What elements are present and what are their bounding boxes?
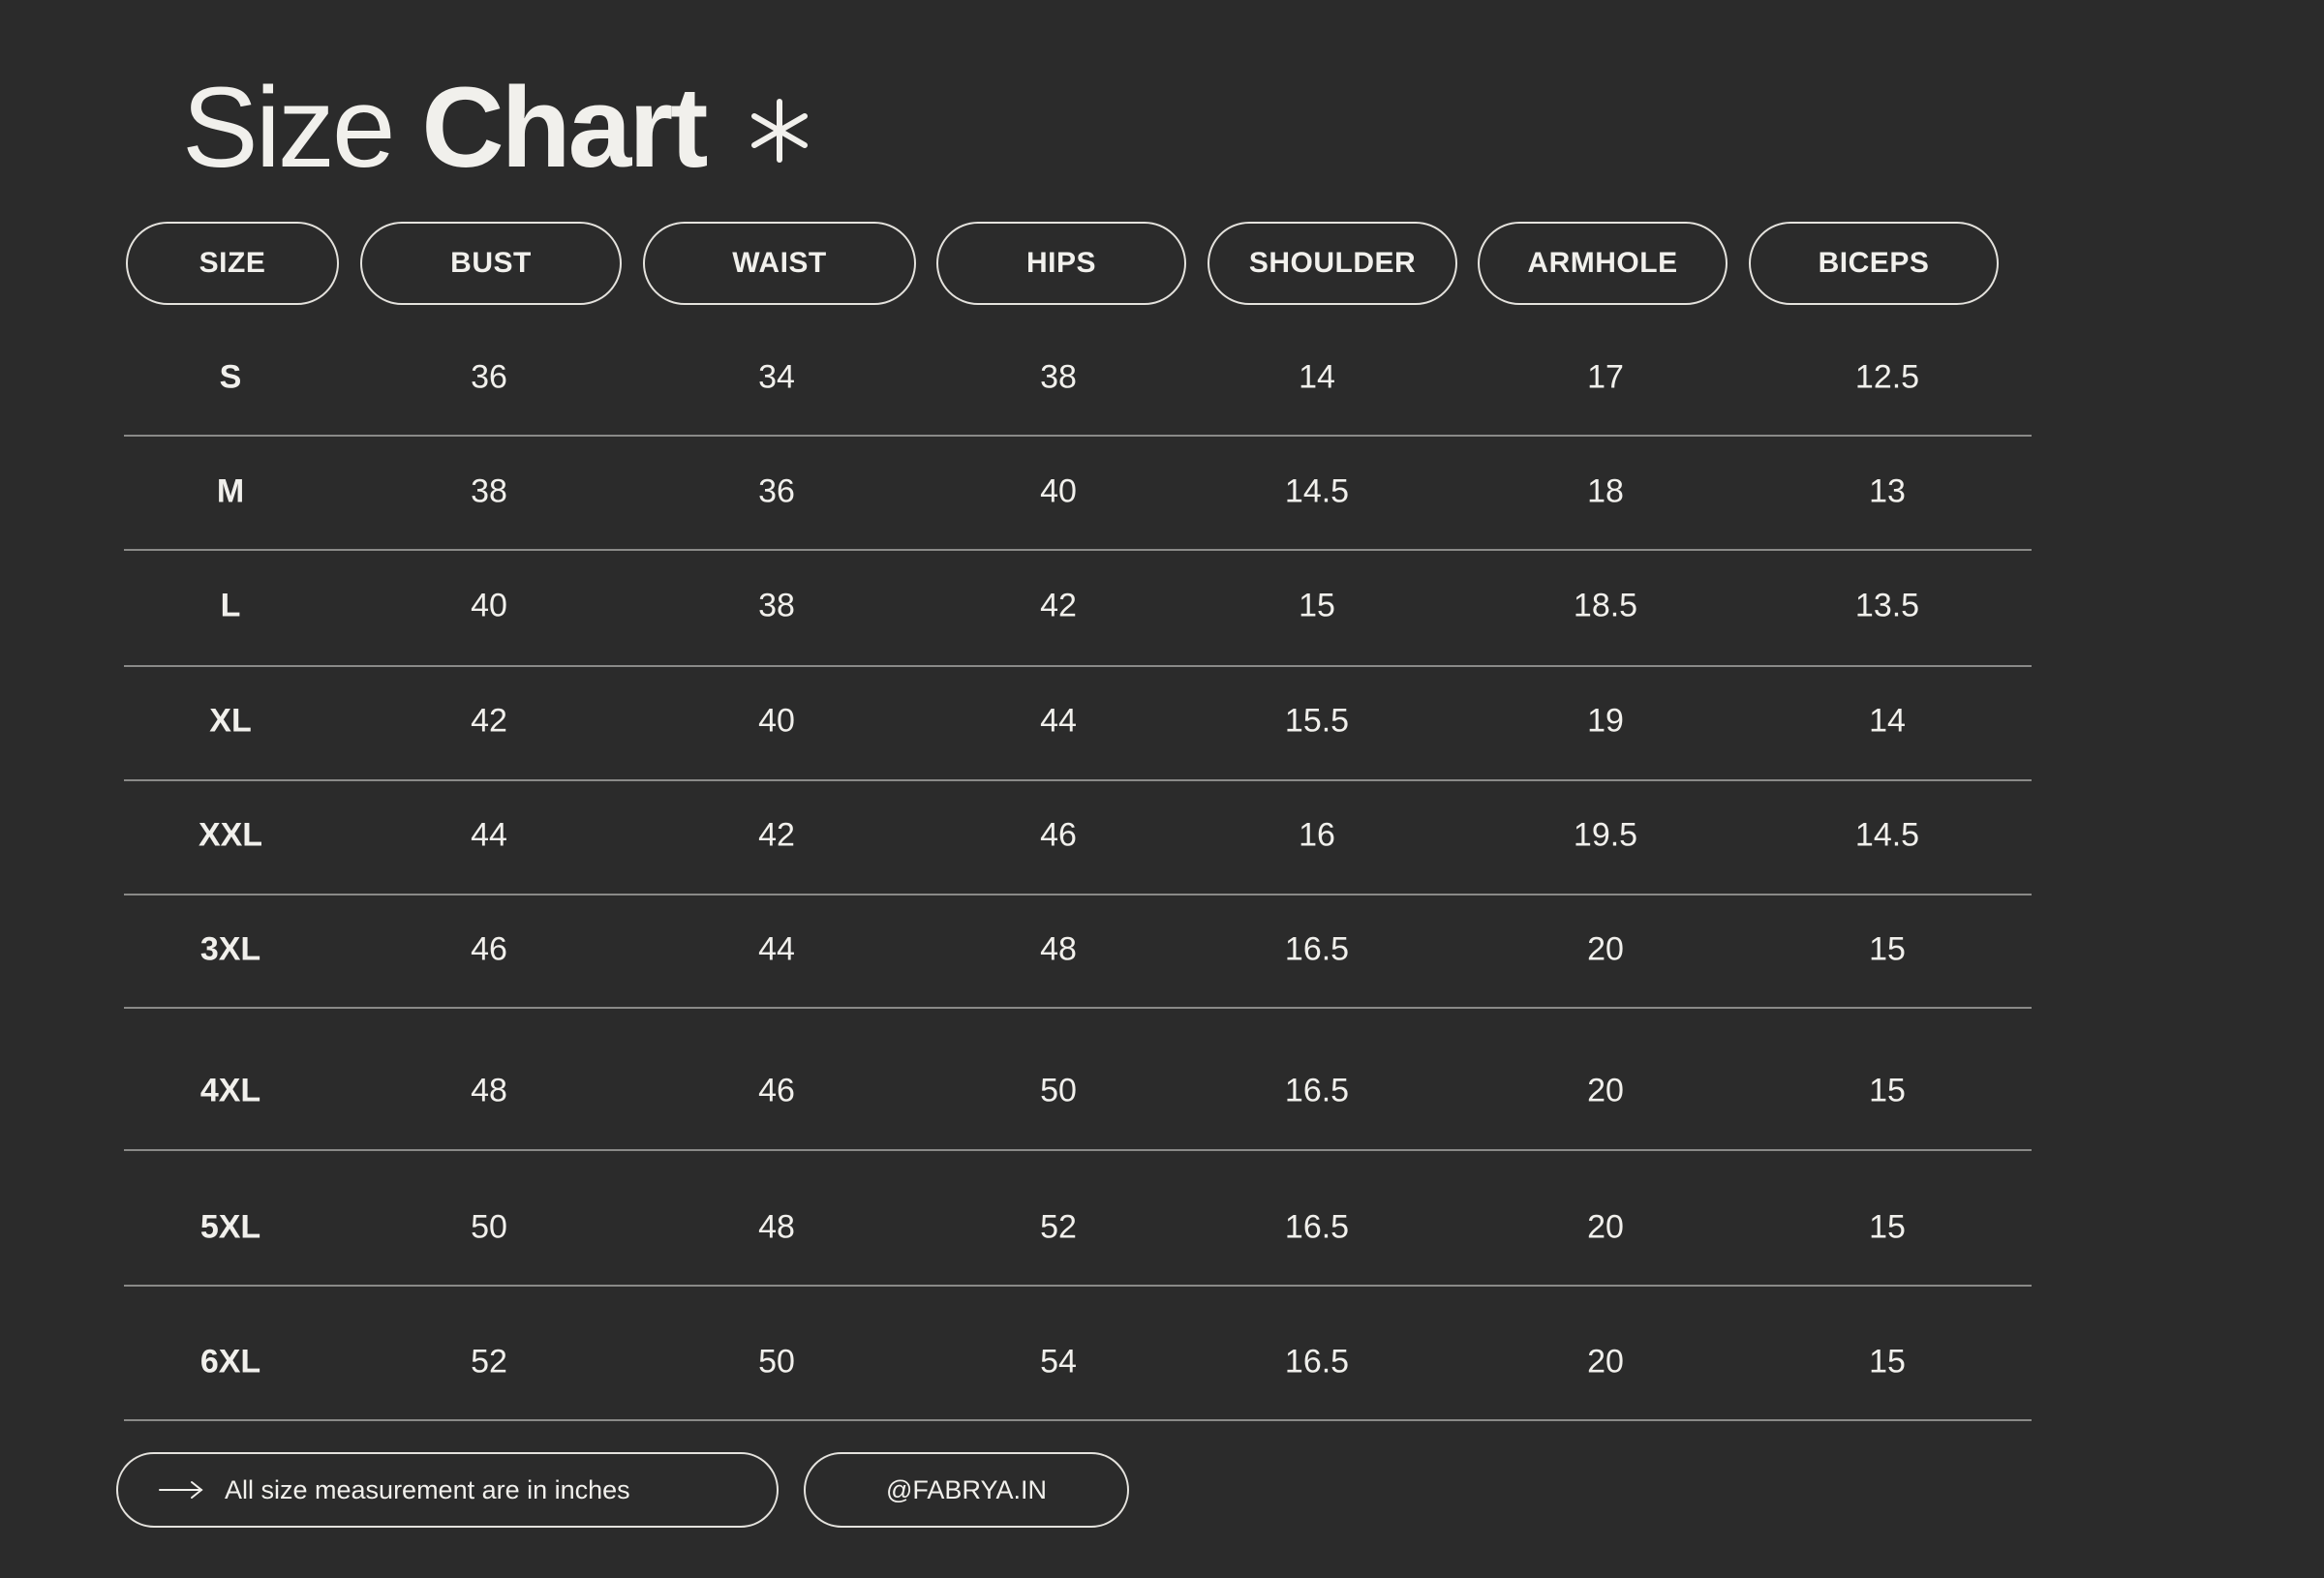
size-label: 5XL xyxy=(199,1208,261,1246)
measurement-hips: 48 xyxy=(1040,930,1077,968)
measurement-shoulder: 16.5 xyxy=(1284,1072,1350,1109)
measurement-hips: 46 xyxy=(1040,816,1077,854)
row-divider xyxy=(124,1419,2032,1421)
measurement-hips: 38 xyxy=(1040,358,1077,396)
page-title: Size Chart xyxy=(182,60,708,196)
measurement-armhole: 19.5 xyxy=(1573,816,1638,854)
row-divider xyxy=(124,1149,2032,1151)
measurement-bust: 36 xyxy=(471,358,507,396)
measurement-waist: 48 xyxy=(758,1208,795,1246)
size-label: XXL xyxy=(198,816,263,854)
measurement-biceps: 13 xyxy=(1869,472,1906,510)
measurement-bust: 52 xyxy=(471,1343,507,1381)
measurement-hips: 42 xyxy=(1040,587,1077,624)
measurement-hips: 50 xyxy=(1040,1072,1077,1109)
measurement-bust: 38 xyxy=(471,472,507,510)
measurement-hips: 40 xyxy=(1040,472,1077,510)
measurement-waist: 36 xyxy=(758,472,795,510)
measurement-hips: 52 xyxy=(1040,1208,1077,1246)
measurement-armhole: 18.5 xyxy=(1573,587,1638,624)
measurement-biceps: 14.5 xyxy=(1854,816,1920,854)
measurement-bust: 44 xyxy=(471,816,507,854)
size-label: XL xyxy=(209,702,252,740)
row-divider xyxy=(124,665,2032,667)
brand-handle-link[interactable]: @FABRYA.IN xyxy=(804,1452,1129,1528)
column-header-armhole: ARMHOLE xyxy=(1478,222,1728,305)
measurement-bust: 48 xyxy=(471,1072,507,1109)
size-label: 3XL xyxy=(199,930,261,968)
measurement-armhole: 17 xyxy=(1587,358,1624,396)
row-divider xyxy=(124,779,2032,781)
measurement-shoulder: 14 xyxy=(1299,358,1335,396)
measurement-shoulder: 14.5 xyxy=(1284,472,1350,510)
measurement-shoulder: 16 xyxy=(1299,816,1335,854)
arrow-right-icon xyxy=(159,1481,203,1499)
measurement-waist: 44 xyxy=(758,930,795,968)
measurement-biceps: 15 xyxy=(1869,1072,1906,1109)
size-label: 6XL xyxy=(199,1343,261,1381)
measurement-waist: 38 xyxy=(758,587,795,624)
measurement-waist: 34 xyxy=(758,358,795,396)
size-label: S xyxy=(219,358,242,396)
measurement-armhole: 20 xyxy=(1587,1072,1624,1109)
measurement-waist: 46 xyxy=(758,1072,795,1109)
measurement-biceps: 14 xyxy=(1869,702,1906,740)
column-header-bust: BUST xyxy=(360,222,622,305)
measurement-shoulder: 15 xyxy=(1299,587,1335,624)
row-divider xyxy=(124,549,2032,551)
row-divider xyxy=(124,435,2032,437)
measurement-biceps: 12.5 xyxy=(1854,358,1920,396)
size-label: L xyxy=(220,587,241,624)
title-light: Size xyxy=(182,64,396,192)
measurement-shoulder: 16.5 xyxy=(1284,1343,1350,1381)
size-label: 4XL xyxy=(199,1072,261,1109)
measurement-armhole: 18 xyxy=(1587,472,1624,510)
measurement-bust: 50 xyxy=(471,1208,507,1246)
measurement-armhole: 19 xyxy=(1587,702,1624,740)
row-divider xyxy=(124,1285,2032,1287)
size-label: M xyxy=(216,472,245,510)
row-divider xyxy=(124,1007,2032,1009)
title-bold: Chart xyxy=(421,64,708,192)
measurement-bust: 40 xyxy=(471,587,507,624)
measurement-note-text: All size measurement are in inches xyxy=(225,1474,630,1504)
measurement-biceps: 13.5 xyxy=(1854,587,1920,624)
measurement-waist: 40 xyxy=(758,702,795,740)
measurement-biceps: 15 xyxy=(1869,1208,1906,1246)
brand-handle-text: @FABRYA.IN xyxy=(886,1474,1047,1504)
measurement-note: All size measurement are in inches xyxy=(116,1452,779,1528)
measurement-bust: 46 xyxy=(471,930,507,968)
measurement-waist: 42 xyxy=(758,816,795,854)
column-header-shoulder: SHOULDER xyxy=(1208,222,1457,305)
measurement-armhole: 20 xyxy=(1587,1343,1624,1381)
asterisk-icon xyxy=(751,99,808,163)
measurement-hips: 44 xyxy=(1040,702,1077,740)
measurement-waist: 50 xyxy=(758,1343,795,1381)
column-header-biceps: BICEPS xyxy=(1749,222,1999,305)
measurement-armhole: 20 xyxy=(1587,1208,1624,1246)
column-header-waist: WAIST xyxy=(643,222,916,305)
column-header-hips: HIPS xyxy=(936,222,1186,305)
measurement-bust: 42 xyxy=(471,702,507,740)
measurement-biceps: 15 xyxy=(1869,1343,1906,1381)
measurement-hips: 54 xyxy=(1040,1343,1077,1381)
measurement-shoulder: 16.5 xyxy=(1284,930,1350,968)
measurement-biceps: 15 xyxy=(1869,930,1906,968)
measurement-armhole: 20 xyxy=(1587,930,1624,968)
row-divider xyxy=(124,894,2032,895)
column-header-size: SIZE xyxy=(126,222,339,305)
measurement-shoulder: 16.5 xyxy=(1284,1208,1350,1246)
measurement-shoulder: 15.5 xyxy=(1284,702,1350,740)
